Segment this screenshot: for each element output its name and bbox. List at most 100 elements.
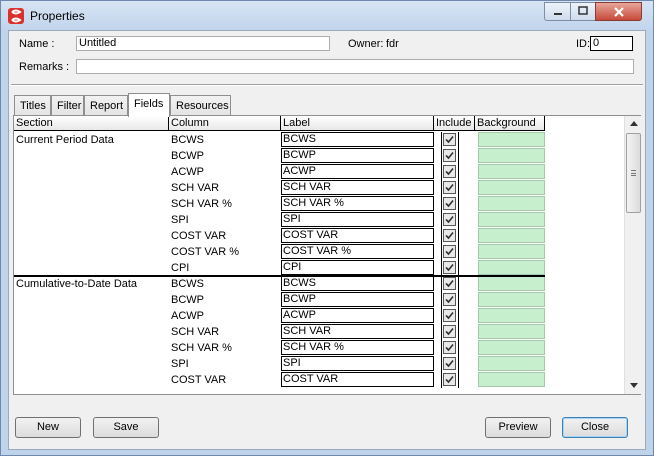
row-label-field[interactable]: BCWS — [281, 276, 434, 291]
dialog-client-area: Name : Untitled Owner: fdr ID: 0 Remarks… — [8, 30, 646, 450]
row-label-field[interactable]: COST VAR % — [281, 244, 434, 259]
include-checkbox[interactable] — [443, 165, 456, 178]
background-color-cell[interactable] — [478, 260, 545, 275]
row-section — [16, 293, 166, 309]
tab-report[interactable]: Report — [84, 95, 128, 116]
window-title: Properties — [30, 9, 85, 23]
new-button[interactable]: New — [15, 417, 81, 438]
background-color-cell[interactable] — [478, 148, 545, 163]
row-section — [16, 165, 166, 181]
title-bar[interactable]: Properties — [1, 1, 653, 30]
maximize-button[interactable] — [570, 2, 596, 21]
row-column: SCH VAR — [171, 326, 220, 338]
include-column-border — [458, 132, 459, 388]
row-label-field[interactable]: ACWP — [281, 308, 434, 323]
row-label-field[interactable]: SCH VAR % — [281, 340, 434, 355]
row-label-field[interactable]: SCH VAR — [281, 324, 434, 339]
section-divider — [14, 275, 545, 277]
tab-filter[interactable]: Filter — [51, 95, 84, 116]
background-color-cell[interactable] — [478, 212, 545, 227]
row-section — [16, 309, 166, 325]
name-field[interactable]: Untitled — [76, 36, 330, 51]
row-label-field[interactable]: ACWP — [281, 164, 434, 179]
row-label-field[interactable]: BCWS — [281, 132, 434, 147]
row-column: SCH VAR % — [171, 342, 232, 354]
header-column[interactable]: Column — [169, 116, 281, 131]
tab-resources[interactable]: Resources — [170, 95, 231, 116]
background-color-cell[interactable] — [478, 164, 545, 179]
header-section[interactable]: Section — [14, 116, 169, 131]
include-checkbox[interactable] — [443, 197, 456, 210]
include-checkbox[interactable] — [443, 293, 456, 306]
row-label-field[interactable]: CPI — [281, 260, 434, 275]
include-checkbox[interactable] — [443, 309, 456, 322]
checkmark-icon — [445, 279, 454, 288]
background-color-cell[interactable] — [478, 372, 545, 387]
checkmark-icon — [445, 359, 454, 368]
include-checkbox[interactable] — [443, 357, 456, 370]
checkmark-icon — [445, 215, 454, 224]
include-checkbox[interactable] — [443, 325, 456, 338]
checkmark-icon — [445, 311, 454, 320]
remarks-field[interactable] — [76, 59, 634, 74]
include-checkbox[interactable] — [443, 341, 456, 354]
row-section — [16, 213, 166, 229]
background-color-cell[interactable] — [478, 228, 545, 243]
background-color-cell[interactable] — [478, 196, 545, 211]
row-column: BCWS — [171, 134, 204, 146]
id-field[interactable]: 0 — [590, 36, 633, 51]
include-checkbox[interactable] — [443, 373, 456, 386]
include-checkbox[interactable] — [443, 229, 456, 242]
scroll-up-button[interactable] — [625, 116, 642, 132]
tab-fields[interactable]: Fields — [128, 93, 170, 117]
row-label-field[interactable]: BCWP — [281, 148, 434, 163]
remarks-label: Remarks : — [19, 61, 70, 73]
header-background[interactable]: Background — [475, 116, 545, 131]
background-color-cell[interactable] — [478, 308, 545, 323]
background-color-cell[interactable] — [478, 356, 545, 371]
close-button[interactable]: Close — [562, 417, 628, 438]
row-label-field[interactable]: SPI — [281, 356, 434, 371]
include-checkbox[interactable] — [443, 181, 456, 194]
background-color-cell[interactable] — [478, 340, 545, 355]
row-label-field[interactable]: BCWP — [281, 292, 434, 307]
row-label-field[interactable]: COST VAR — [281, 228, 434, 243]
row-label-field[interactable]: SCH VAR — [281, 180, 434, 195]
row-section: Cumulative-to-Date Data — [16, 278, 138, 290]
checkmark-icon — [445, 151, 454, 160]
row-column: SPI — [171, 214, 189, 226]
scrollbar-thumb[interactable] — [626, 133, 641, 213]
include-checkbox[interactable] — [443, 133, 456, 146]
checkmark-icon — [445, 375, 454, 384]
properties-window: Properties Name : Untitled Owner: fdr ID… — [0, 0, 654, 456]
minimize-button[interactable] — [544, 2, 571, 21]
background-color-cell[interactable] — [478, 132, 545, 147]
row-column: COST VAR % — [171, 246, 240, 258]
include-checkbox[interactable] — [443, 261, 456, 274]
row-section: Current Period Data — [16, 134, 114, 146]
tab-titles[interactable]: Titles — [14, 95, 51, 116]
include-checkbox[interactable] — [443, 213, 456, 226]
include-checkbox[interactable] — [443, 149, 456, 162]
scroll-down-button[interactable] — [625, 378, 642, 394]
background-color-cell[interactable] — [478, 324, 545, 339]
include-checkbox[interactable] — [443, 277, 456, 290]
header-include[interactable]: Include — [434, 116, 475, 131]
background-color-cell[interactable] — [478, 276, 545, 291]
row-column: ACWP — [171, 166, 204, 178]
include-checkbox[interactable] — [443, 245, 456, 258]
background-color-cell[interactable] — [478, 292, 545, 307]
row-label-field[interactable]: SCH VAR % — [281, 196, 434, 211]
background-color-cell[interactable] — [478, 180, 545, 195]
row-column: COST VAR — [171, 230, 227, 242]
divider — [11, 84, 643, 86]
save-button[interactable]: Save — [93, 417, 159, 438]
preview-button[interactable]: Preview — [485, 417, 551, 438]
row-label-field[interactable]: SPI — [281, 212, 434, 227]
vertical-scrollbar[interactable] — [624, 116, 641, 394]
background-color-cell[interactable] — [478, 244, 545, 259]
close-window-button[interactable] — [595, 2, 642, 21]
checkmark-icon — [445, 247, 454, 256]
header-label[interactable]: Label — [281, 116, 434, 131]
row-label-field[interactable]: COST VAR — [281, 372, 434, 387]
